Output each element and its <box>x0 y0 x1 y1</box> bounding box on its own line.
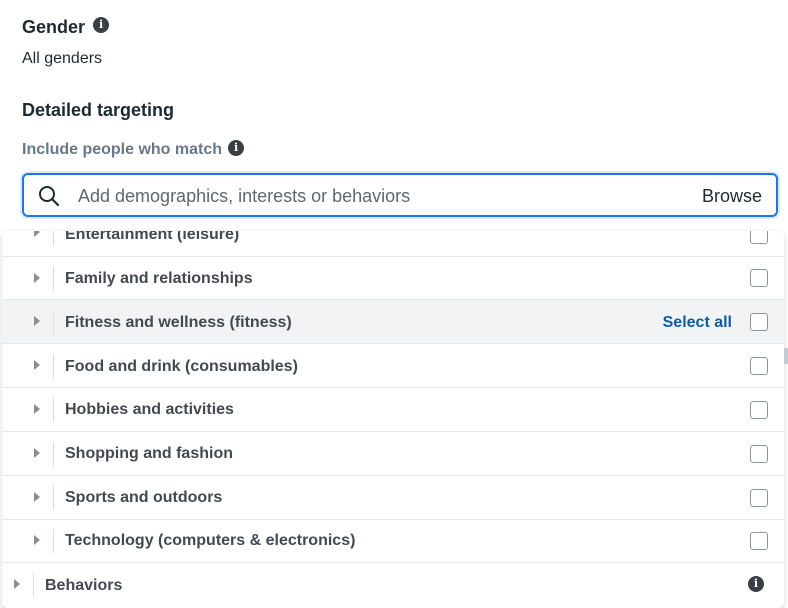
divider <box>53 398 54 422</box>
divider <box>53 529 54 553</box>
divider <box>53 442 54 466</box>
expand-caret-icon[interactable] <box>34 492 40 502</box>
divider <box>53 310 54 334</box>
list-item-label: Entertainment (leisure) <box>65 231 240 243</box>
search-icon <box>39 186 60 207</box>
expand-caret-icon[interactable] <box>14 579 20 589</box>
list-item-technology[interactable]: Technology (computers & electronics) <box>2 520 784 563</box>
checkbox[interactable] <box>750 269 768 287</box>
checkbox[interactable] <box>750 445 768 463</box>
divider <box>53 486 54 510</box>
list-item-behaviors[interactable]: Behaviors i <box>2 563 784 608</box>
list-item-entertainment[interactable]: Entertainment (leisure) <box>2 231 784 257</box>
list-item-sports[interactable]: Sports and outdoors <box>2 476 784 520</box>
list-item-label: Shopping and fashion <box>65 445 233 462</box>
divider <box>53 231 54 246</box>
expand-caret-icon[interactable] <box>34 535 40 545</box>
gender-value: All genders <box>22 50 103 67</box>
expand-caret-icon[interactable] <box>34 273 40 283</box>
divider <box>53 266 54 290</box>
list-item-label: Hobbies and activities <box>65 401 234 418</box>
expand-caret-icon[interactable] <box>34 448 40 458</box>
list-item-label: Fitness and wellness (fitness) <box>65 314 292 331</box>
gender-title-text: Gender <box>22 17 86 37</box>
detailed-targeting-title: Detailed targeting <box>22 100 175 120</box>
checkbox[interactable] <box>750 357 768 375</box>
list-item-label: Family and relationships <box>65 270 253 287</box>
checkbox[interactable] <box>750 489 768 507</box>
checkbox[interactable] <box>750 231 768 244</box>
checkbox[interactable] <box>750 313 768 331</box>
scrollbar-edge <box>784 348 788 364</box>
include-label-text: Include people who match <box>22 141 223 158</box>
divider <box>33 573 34 597</box>
gender-info-icon[interactable]: i <box>93 17 110 34</box>
targeting-dropdown: Entertainment (leisure) Family and relat… <box>2 231 784 608</box>
list-item-fitness[interactable]: Fitness and wellness (fitness) Select al… <box>2 300 784 344</box>
list-item-label: Food and drink (consumables) <box>65 358 298 375</box>
list-item-label: Sports and outdoors <box>65 489 223 506</box>
expand-caret-icon[interactable] <box>34 360 40 370</box>
expand-caret-icon[interactable] <box>34 231 40 237</box>
behaviors-info-icon[interactable]: i <box>748 576 764 592</box>
checkbox[interactable] <box>750 401 768 419</box>
expand-caret-icon[interactable] <box>34 404 40 414</box>
detailed-targeting-search[interactable]: Browse <box>22 173 778 217</box>
list-item-shopping[interactable]: Shopping and fashion <box>2 432 784 476</box>
include-people-label: Include people who match i <box>22 139 245 159</box>
list-item-label: Technology (computers & electronics) <box>65 532 356 549</box>
list-item-hobbies[interactable]: Hobbies and activities <box>2 388 784 432</box>
search-input[interactable] <box>76 181 640 211</box>
checkbox[interactable] <box>750 532 768 550</box>
list-item-family[interactable]: Family and relationships <box>2 257 784 300</box>
gender-section-title: Gender i <box>22 17 110 38</box>
expand-caret-icon[interactable] <box>34 316 40 326</box>
list-item-food[interactable]: Food and drink (consumables) <box>2 344 784 388</box>
divider <box>53 354 54 378</box>
browse-button[interactable]: Browse <box>702 186 762 207</box>
select-all-link[interactable]: Select all <box>663 314 732 332</box>
list-item-label: Behaviors <box>45 577 123 594</box>
include-info-icon[interactable]: i <box>228 139 245 156</box>
